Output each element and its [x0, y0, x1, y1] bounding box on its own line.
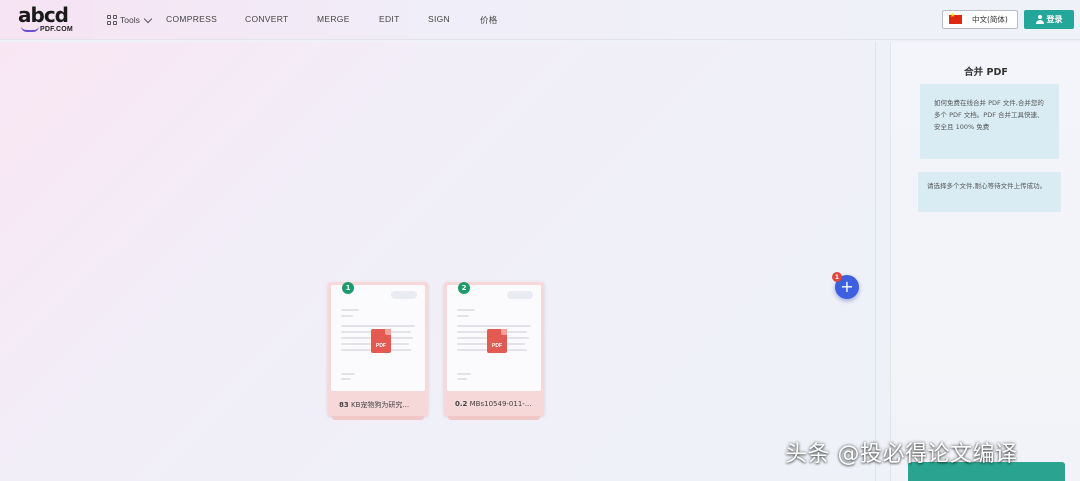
logo-wordmark: abcd: [18, 3, 69, 27]
merge-sidebar: 合并 PDF 如何免费在线合并 PDF 文件,合并您的多个 PDF 文档。PDF…: [890, 42, 1080, 481]
hint-box: 请选择多个文件,耐心等待文件上传成功。: [918, 172, 1061, 212]
file-count-badge: 1: [832, 272, 842, 282]
chevron-down-icon: [143, 14, 153, 23]
info-box: 如何免费在线合并 PDF 文件,合并您的多个 PDF 文档。PDF 合并工具快速…: [920, 84, 1059, 159]
file-workspace[interactable]: [0, 42, 876, 481]
nav-pricing[interactable]: 价格: [480, 14, 498, 26]
logo-domain: PDF.COM: [40, 26, 73, 33]
pdf-file-icon: PDF: [487, 329, 507, 353]
top-navigation-bar: abcd PDF.COM Tools COMPRESS CONVERT MERG…: [0, 0, 1080, 40]
file-thumbnail: PDF: [331, 285, 425, 391]
file-name: MBs10549-011-...: [469, 400, 532, 408]
nav-compress[interactable]: COMPRESS: [166, 14, 217, 24]
file-name: KB宠物狗为研究...: [350, 401, 410, 409]
nav-convert[interactable]: CONVERT: [245, 14, 289, 24]
tools-menu[interactable]: Tools: [107, 13, 153, 27]
tools-menu-label: Tools: [120, 15, 140, 25]
file-caption: 83 KB宠物狗为研究...: [339, 400, 423, 410]
language-label: 中文(简体): [972, 15, 1008, 24]
login-button[interactable]: 登录: [1024, 10, 1074, 29]
file-caption: 0.2 MBs10549-011-...: [455, 400, 539, 408]
login-label: 登录: [1046, 15, 1063, 24]
language-selector[interactable]: 中文(简体): [942, 10, 1018, 29]
pdf-file-icon: PDF: [371, 329, 391, 353]
sidebar-title: 合并 PDF: [964, 67, 1008, 78]
site-logo[interactable]: abcd PDF.COM: [18, 4, 82, 36]
file-thumbnail: PDF: [447, 285, 541, 391]
pdf-icon-label: PDF: [376, 343, 386, 349]
thumbnail-decoration: [507, 291, 533, 299]
watermark-text: 头条 @投必得论文编译: [785, 442, 1018, 467]
logo-swoosh-icon: [21, 26, 39, 32]
nav-edit[interactable]: EDIT: [379, 14, 400, 24]
user-icon: [1035, 15, 1044, 24]
china-flag-icon: [949, 12, 962, 24]
hint-text: 请选择多个文件,耐心等待文件上传成功。: [927, 182, 1047, 190]
grid-icon: [107, 15, 117, 25]
nav-merge[interactable]: MERGE: [317, 14, 350, 24]
info-text: 如何免费在线合并 PDF 文件,合并您的多个 PDF 文档。PDF 合并工具快速…: [934, 99, 1044, 131]
file-order-badge: 2: [458, 282, 470, 294]
file-card[interactable]: 1 PDF 83 KB宠物狗为研究...: [328, 282, 428, 420]
file-card[interactable]: 2 PDF 0.2 MBs10549-011-...: [444, 282, 544, 420]
thumbnail-decoration: [391, 291, 417, 299]
plus-icon: +: [840, 277, 854, 296]
file-size: 83: [339, 401, 349, 409]
nav-sign[interactable]: SIGN: [428, 14, 450, 24]
file-order-badge: 1: [342, 282, 354, 294]
file-size: 0.2: [455, 400, 468, 408]
pdf-icon-label: PDF: [492, 343, 502, 349]
